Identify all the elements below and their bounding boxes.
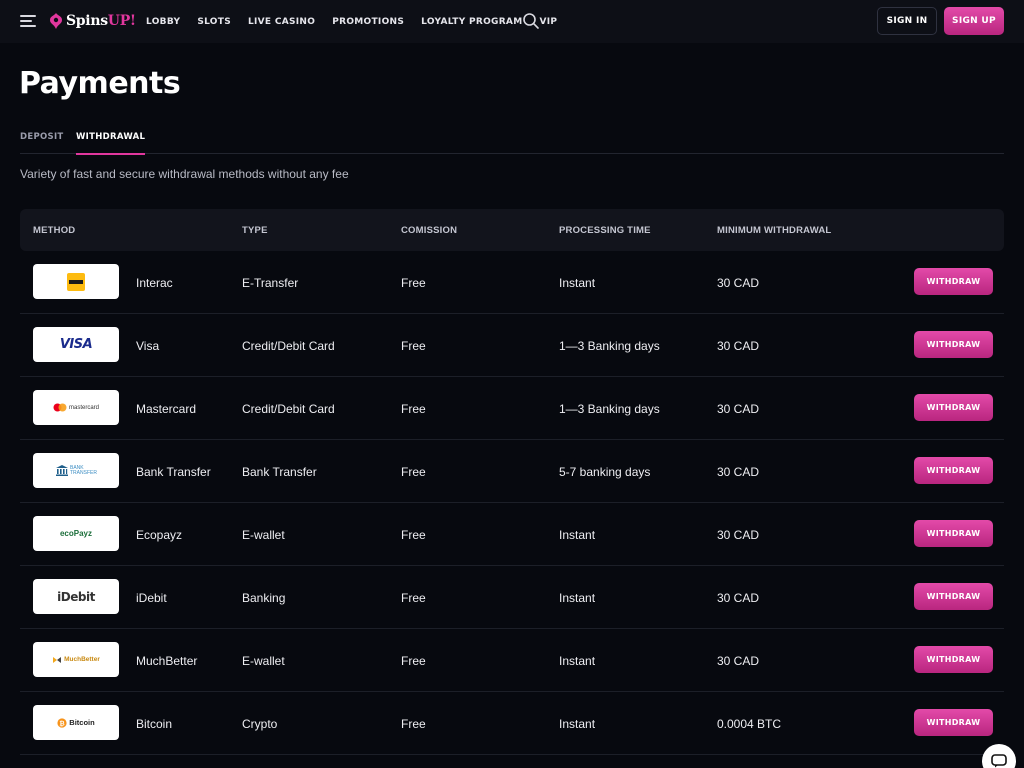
withdraw-button[interactable]: WITHDRAW	[914, 457, 993, 484]
header-method: METHOD	[33, 225, 76, 236]
logo-text: SpinsUP!	[66, 13, 136, 29]
method-type: E-Transfer	[242, 276, 299, 290]
method-processing-time: Instant	[559, 591, 596, 605]
method-type: Crypto	[242, 717, 278, 731]
header-type: TYPE	[242, 225, 268, 236]
table-row: BANK TRANSFER Bank Transfer Bank Transfe…	[20, 440, 1004, 503]
site-logo[interactable]: SpinsUP!	[48, 10, 136, 32]
header-minimum-withdrawal: MINIMUM WITHDRAWAL	[717, 225, 832, 236]
method-type: Banking	[242, 591, 286, 605]
idebit-logo: iDebit	[33, 579, 119, 614]
table-row: Interac E-Transfer Free Instant 30 CAD W…	[20, 251, 1004, 314]
method-minimum: 0.0004 BTC	[717, 717, 782, 731]
method-processing-time: 1—3 Banking days	[559, 402, 660, 416]
withdraw-button[interactable]: WITHDRAW	[914, 709, 993, 736]
bitcoin-logo: ₿ Bitcoin	[33, 705, 119, 740]
method-type: E-wallet	[242, 654, 285, 668]
method-minimum: 30 CAD	[717, 339, 760, 353]
nav-vip[interactable]: VIP	[539, 17, 557, 27]
header-processing-time: PROCESSING TIME	[559, 225, 651, 236]
method-processing-time: 1—3 Banking days	[559, 339, 660, 353]
method-type: Credit/Debit Card	[242, 339, 335, 353]
method-commission: Free	[401, 276, 426, 290]
method-commission: Free	[401, 339, 426, 353]
svg-text:₿: ₿	[60, 719, 65, 727]
withdrawal-methods-table: METHOD TYPE COMISSION PROCESSING TIME MI…	[20, 209, 1004, 755]
sign-in-button[interactable]: SIGN IN	[877, 7, 937, 35]
withdraw-button[interactable]: WITHDRAW	[914, 394, 993, 421]
logo-mark-icon	[50, 13, 62, 29]
visa-logo: VISA	[33, 327, 119, 362]
method-commission: Free	[401, 654, 426, 668]
method-minimum: 30 CAD	[717, 528, 760, 542]
chat-icon	[991, 754, 1007, 768]
table-row: ₿ Bitcoin Bitcoin Crypto Free Instant 0.…	[20, 692, 1004, 755]
table-row: mastercard Mastercard Credit/Debit Card …	[20, 377, 1004, 440]
page-title: Payments	[19, 66, 181, 101]
method-name: Visa	[136, 339, 160, 353]
method-minimum: 30 CAD	[717, 591, 760, 605]
bank-transfer-logo: BANK TRANSFER	[33, 453, 119, 488]
method-processing-time: Instant	[559, 654, 596, 668]
muchbetter-logo: MuchBetter	[33, 642, 119, 677]
method-commission: Free	[401, 528, 426, 542]
method-minimum: 30 CAD	[717, 465, 760, 479]
table-header: METHOD TYPE COMISSION PROCESSING TIME MI…	[20, 209, 1004, 251]
ecopayz-logo: ecoPayz	[33, 516, 119, 551]
bitcoin-coin-icon: ₿	[57, 717, 67, 728]
header-commission: COMISSION	[401, 225, 458, 236]
method-commission: Free	[401, 465, 426, 479]
mastercard-logo: mastercard	[33, 390, 119, 425]
interac-logo-icon	[67, 272, 85, 291]
method-commission: Free	[401, 402, 426, 416]
payment-tabs: DEPOSIT WITHDRAWAL	[20, 126, 1004, 155]
method-name: Ecopayz	[136, 528, 183, 542]
hamburger-menu-icon[interactable]	[20, 15, 36, 27]
method-type: E-wallet	[242, 528, 285, 542]
nav-loyalty-program[interactable]: LOYALTY PROGRAM	[421, 17, 522, 27]
method-processing-time: Instant	[559, 528, 596, 542]
method-processing-time: 5-7 banking days	[559, 465, 651, 479]
method-processing-time: Instant	[559, 276, 596, 290]
method-name: Bank Transfer	[136, 465, 211, 479]
method-commission: Free	[401, 717, 426, 731]
nav-lobby[interactable]: LOBBY	[146, 17, 180, 27]
tab-withdrawal[interactable]: WITHDRAWAL	[76, 126, 146, 155]
interac-logo	[33, 264, 119, 299]
bank-building-icon	[56, 465, 68, 476]
withdraw-button[interactable]: WITHDRAW	[914, 331, 993, 358]
chat-widget-button[interactable]	[982, 744, 1016, 768]
withdraw-button[interactable]: WITHDRAW	[914, 520, 993, 547]
method-minimum: 30 CAD	[717, 402, 760, 416]
withdraw-button[interactable]: WITHDRAW	[914, 268, 993, 295]
table-row: iDebit iDebit Banking Free Instant 30 CA…	[20, 566, 1004, 629]
method-name: Bitcoin	[136, 717, 173, 731]
tab-deposit[interactable]: DEPOSIT	[20, 126, 64, 154]
top-header: SpinsUP! LOBBY SLOTS LIVE CASINO PROMOTI…	[0, 0, 1024, 43]
search-icon[interactable]	[522, 12, 540, 30]
sign-up-button[interactable]: SIGN UP	[944, 7, 1004, 35]
method-name: MuchBetter	[136, 654, 198, 668]
method-minimum: 30 CAD	[717, 276, 760, 290]
method-type: Credit/Debit Card	[242, 402, 335, 416]
nav-promotions[interactable]: PROMOTIONS	[332, 17, 404, 27]
method-commission: Free	[401, 591, 426, 605]
method-type: Bank Transfer	[242, 465, 317, 479]
table-row: MuchBetter MuchBetter E-wallet Free Inst…	[20, 629, 1004, 692]
main-nav: LOBBY SLOTS LIVE CASINO PROMOTIONS LOYAL…	[146, 0, 574, 43]
method-name: Interac	[136, 276, 173, 290]
method-name: Mastercard	[136, 402, 197, 416]
page-subtitle: Variety of fast and secure withdrawal me…	[20, 167, 349, 181]
nav-live-casino[interactable]: LIVE CASINO	[248, 17, 315, 27]
nav-slots[interactable]: SLOTS	[197, 17, 231, 27]
muchbetter-mark-icon	[53, 656, 62, 663]
withdraw-button[interactable]: WITHDRAW	[914, 583, 993, 610]
mastercard-circles-icon	[53, 403, 67, 412]
method-name: iDebit	[136, 591, 167, 605]
method-processing-time: Instant	[559, 717, 596, 731]
table-row: ecoPayz Ecopayz E-wallet Free Instant 30…	[20, 503, 1004, 566]
method-minimum: 30 CAD	[717, 654, 760, 668]
withdraw-button[interactable]: WITHDRAW	[914, 646, 993, 673]
table-row: VISA Visa Credit/Debit Card Free 1—3 Ban…	[20, 314, 1004, 377]
